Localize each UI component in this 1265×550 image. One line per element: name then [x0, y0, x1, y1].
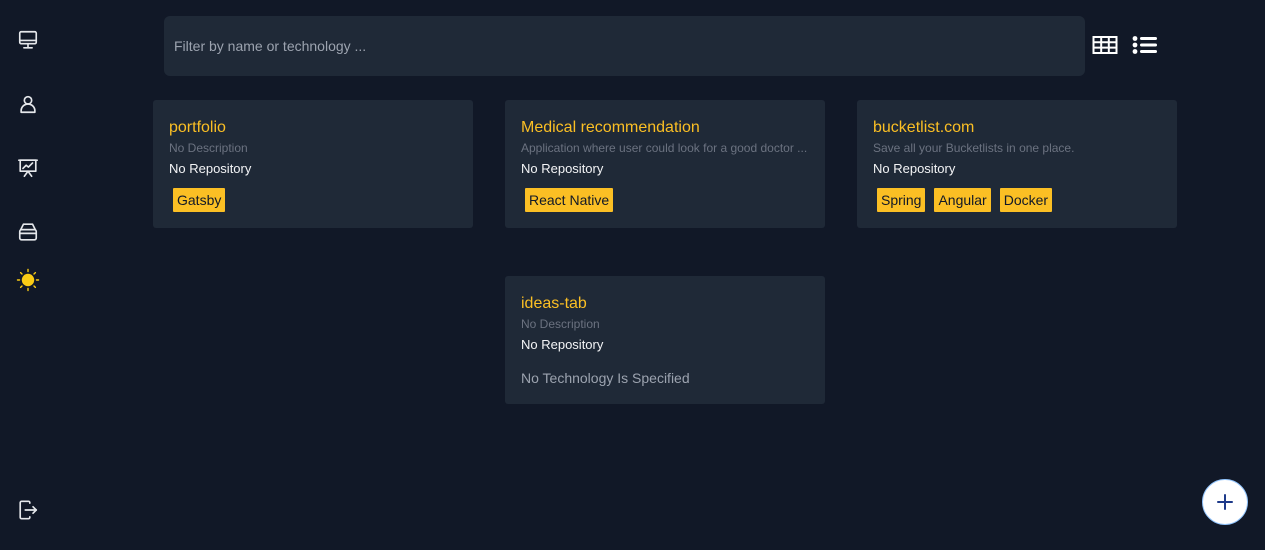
project-card[interactable]: Medical recommendation Application where…	[505, 100, 825, 228]
project-description: Application where user could look for a …	[521, 141, 808, 155]
project-card[interactable]: ideas-tab No Description No Repository N…	[505, 276, 825, 404]
project-repository: No Repository	[521, 161, 604, 176]
sun-icon[interactable]	[16, 268, 40, 292]
user-icon[interactable]	[16, 92, 40, 116]
project-description: Save all your Bucketlists in one place.	[873, 141, 1075, 155]
search-input[interactable]	[164, 16, 1085, 76]
tech-tag: Angular	[934, 188, 991, 212]
project-card[interactable]: portfolio No Description No Repository G…	[153, 100, 473, 228]
tech-tag: Docker	[999, 188, 1053, 212]
project-repository: No Repository	[169, 161, 252, 176]
tech-tag: Gatsby	[173, 188, 226, 212]
inbox-stack-icon[interactable]	[16, 220, 40, 244]
project-repository: No Repository	[521, 337, 604, 352]
tech-tags: Spring Angular Docker	[873, 188, 1161, 212]
add-project-button[interactable]	[1202, 479, 1248, 525]
search-bar	[164, 16, 1085, 76]
plus-icon	[1216, 493, 1234, 511]
no-technology-text: No Technology Is Specified	[521, 370, 690, 386]
monitor-icon[interactable]	[16, 28, 40, 52]
project-card[interactable]: bucketlist.com Save all your Bucketlists…	[857, 100, 1177, 228]
project-description: No Description	[521, 317, 600, 331]
project-title[interactable]: bucketlist.com	[873, 118, 1161, 138]
table-grid-icon[interactable]	[1092, 33, 1118, 57]
project-title[interactable]: portfolio	[169, 118, 457, 138]
project-repository: No Repository	[873, 161, 956, 176]
project-description: No Description	[169, 141, 248, 155]
tech-tag: React Native	[525, 188, 614, 212]
presentation-chart-icon[interactable]	[16, 156, 40, 180]
tech-tag: Spring	[877, 188, 926, 212]
project-title[interactable]: Medical recommendation	[521, 118, 809, 138]
tech-tags: React Native	[521, 188, 809, 212]
tech-tags: Gatsby	[169, 188, 457, 212]
project-title[interactable]: ideas-tab	[521, 294, 809, 314]
list-icon[interactable]	[1132, 33, 1158, 57]
sidebar	[0, 0, 56, 550]
logout-icon[interactable]	[16, 498, 40, 522]
